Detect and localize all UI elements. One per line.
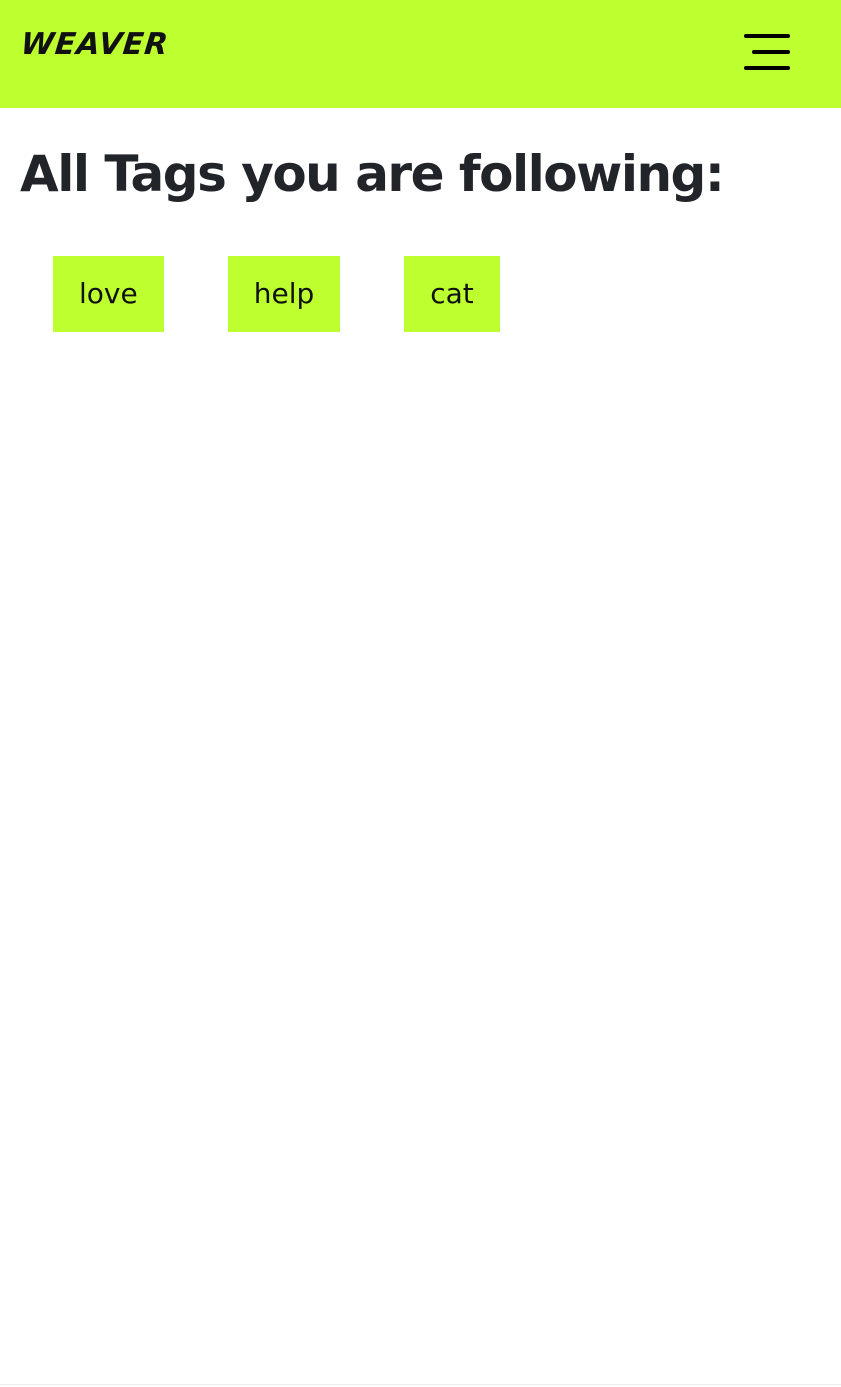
brand-logo-link[interactable]: WEAVER (19, 27, 170, 62)
menu-toggle-button[interactable] (738, 28, 796, 76)
followed-tags-list: love help cat (53, 256, 500, 332)
tag-help-button[interactable]: help (227, 256, 341, 332)
hamburger-menu-icon (744, 34, 790, 70)
page-title: All Tags you are following: (20, 145, 725, 203)
top-navbar: WEAVER (0, 0, 841, 108)
page-bottom-divider (0, 1384, 841, 1385)
tag-cat-button[interactable]: cat (404, 256, 500, 332)
tag-love-button[interactable]: love (53, 256, 164, 332)
